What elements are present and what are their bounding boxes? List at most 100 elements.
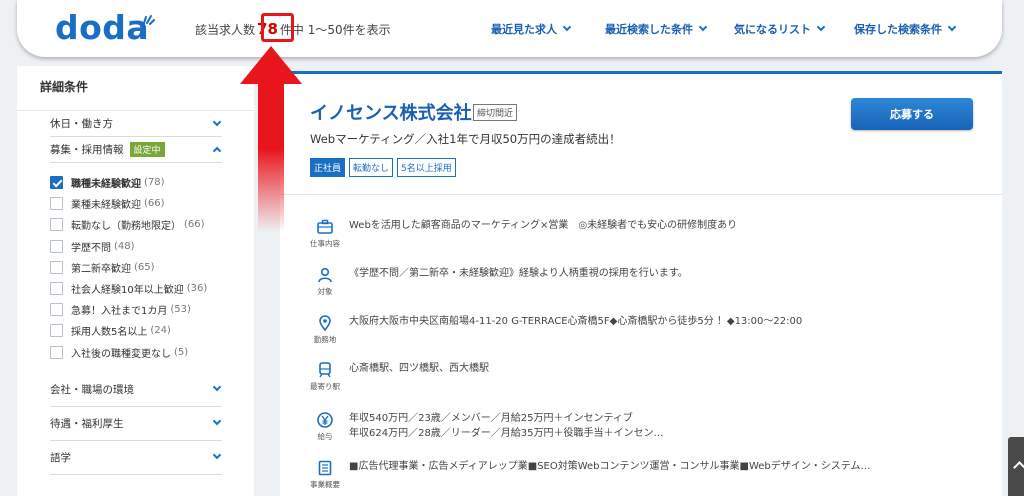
filter-section-benefits[interactable]: 待遇・福利厚生 <box>50 407 222 441</box>
tag-no-transfer: 転勤なし <box>349 158 394 177</box>
chevron-down-icon <box>212 382 222 392</box>
filter-section-environment[interactable]: 会社・職場の環境 <box>50 373 222 407</box>
check-label: 業種未経験歓迎 <box>71 200 141 212</box>
check-count: (53) <box>170 304 191 316</box>
job-catchphrase[interactable]: Webマーケティング／入社1年で月収50万円の達成者続出！ <box>310 131 621 147</box>
company-name[interactable]: イノセンス株式会社 <box>310 99 472 125</box>
info-line: 年収624万円／28歳／リーダー／月給35万円＋役職手当＋インセン… <box>349 428 664 439</box>
filter-section-holidays[interactable]: 休日・働き方 <box>50 111 222 137</box>
check-no-education-req[interactable]: 学歴不問 (48) <box>50 236 222 257</box>
check-label: 第二新卒歓迎 <box>71 263 131 275</box>
checkbox-checked[interactable] <box>50 176 63 190</box>
document-icon <box>318 460 332 476</box>
check-label: 入社後の職種変更なし <box>71 348 171 360</box>
check-count: (66) <box>184 219 205 231</box>
scroll-to-top-button[interactable] <box>1008 437 1024 496</box>
check-count: (65) <box>134 261 155 273</box>
filter-section-label: 待遇・福利厚生 <box>50 417 124 430</box>
train-icon <box>319 362 331 378</box>
chevron-down-icon <box>212 117 222 126</box>
info-text: 心斎橋駅、四ツ橋駅、西大橋駅 <box>349 363 489 374</box>
info-text: 大阪府大阪市中央区南船場4-11-20 G-TERRACE心斎橋5F◆心斎橋駅か… <box>349 316 803 327</box>
filter-section-recruitment[interactable]: 募集・採用情報 設定中 <box>50 137 222 163</box>
briefcase-icon <box>317 219 333 234</box>
check-label: 採用人数5名以上 <box>71 327 148 339</box>
info-caption: 給与 <box>317 432 333 441</box>
doda-logo[interactable]: doda <box>55 8 149 47</box>
checkbox[interactable] <box>50 345 63 359</box>
recruitment-checklist: 職種未経験歓迎 (78) 業種未経験歓迎 (66) 転勤なし（勤務地限定） (66) … <box>50 163 222 373</box>
checkbox[interactable] <box>50 218 63 232</box>
chevron-up-icon <box>212 146 222 156</box>
nav-label: 保存した検索条件 <box>854 23 942 36</box>
check-urgent-hire[interactable]: 急募！入社まで1カ月 (53) <box>50 299 222 320</box>
check-no-transfer[interactable]: 転勤なし（勤務地限定） (66) <box>50 214 222 235</box>
check-job-inexperienced[interactable]: 職種未経験歓迎 (78) <box>50 172 222 193</box>
checkbox[interactable] <box>50 303 63 317</box>
job-tags: 正社員 転勤なし 5名以上採用 <box>310 158 456 177</box>
person-icon <box>318 267 332 283</box>
check-count: (48) <box>114 240 135 252</box>
checkbox[interactable] <box>50 324 63 338</box>
chevron-down-icon <box>212 450 222 460</box>
checkbox[interactable] <box>50 282 63 296</box>
apply-button[interactable]: 応募する <box>851 98 973 130</box>
info-caption: 最寄り駅 <box>310 382 340 391</box>
annotation-arrow-icon <box>240 46 302 232</box>
info-caption: 勤務地 <box>313 335 337 344</box>
highlight-box <box>261 13 294 42</box>
card-divider <box>280 194 1002 195</box>
info-caption: 事業概要 <box>310 480 340 489</box>
tag-fulltime: 正社員 <box>310 158 346 177</box>
chevron-down-icon <box>816 22 826 32</box>
chevron-down-icon <box>947 22 957 32</box>
check-label: 社会人経験10年以上歓迎 <box>71 285 184 297</box>
info-text: 年収540万円／23歳／メンバー／月給25万円＋インセンティブ年収624万円／2… <box>349 411 664 441</box>
filter-section-label: 休日・働き方 <box>50 118 113 130</box>
nav-recent-searches[interactable]: 最近検索した条件 <box>605 21 708 37</box>
checkbox[interactable] <box>50 197 63 211</box>
info-caption: 仕事内容 <box>310 239 340 248</box>
check-count: (36) <box>186 283 208 295</box>
nav-saved-searches[interactable]: 保存した検索条件 <box>854 21 957 37</box>
nav-favorite-list[interactable]: 気になるリスト <box>734 21 826 37</box>
checkbox[interactable] <box>50 260 63 274</box>
info-text: 《学歴不問／第二新卒・未経験歓迎》経験より人柄重視の採用を行います。 <box>349 268 688 279</box>
check-label: 転勤なし（勤務地限定） <box>71 221 181 233</box>
check-count: (24) <box>150 325 171 337</box>
chevron-down-icon <box>212 416 222 426</box>
map-pin-icon <box>319 315 331 332</box>
check-count: (78) <box>144 177 165 189</box>
info-line: 年収540万円／23歳／メンバー／月給25万円＋インセンティブ <box>349 413 633 424</box>
nav-recent-jobs[interactable]: 最近見た求人 <box>491 21 572 37</box>
nav-label: 最近見た求人 <box>491 23 557 36</box>
filter-section-label: 語学 <box>50 451 71 464</box>
check-label: 職種未経験歓迎 <box>71 179 141 191</box>
checkbox[interactable] <box>50 239 63 253</box>
tag-5plus-hires: 5名以上採用 <box>397 158 456 177</box>
check-10yr-experience[interactable]: 社会人経験10年以上歓迎 (36) <box>50 278 222 299</box>
check-no-role-change[interactable]: 入社後の職種変更なし (5) <box>50 342 222 363</box>
check-count: (5) <box>174 346 189 358</box>
filter-section-label: 会社・職場の環境 <box>50 383 134 396</box>
info-caption: 対象 <box>317 287 333 296</box>
info-text: ■広告代理事業・広告メディアレップ業■SEO対策Webコンテンツ運営・コンサル事… <box>349 461 871 472</box>
filter-section-language[interactable]: 語学 <box>50 441 222 475</box>
chevron-down-icon <box>562 22 572 32</box>
chevron-down-icon <box>698 22 708 32</box>
nav-label: 最近検索した条件 <box>605 23 693 36</box>
logo-spark-icon <box>143 15 155 25</box>
filter-sidebar: 詳細条件 休日・働き方 募集・採用情報 設定中 職種未経験歓迎 (78) 業種未経験… <box>17 66 254 496</box>
check-5plus-hires[interactable]: 採用人数5名以上 (24) <box>50 320 222 341</box>
check-label: 学歴不問 <box>71 242 111 254</box>
result-count-suffix: 件中 1〜50件を表示 <box>279 23 391 37</box>
active-badge: 設定中 <box>129 142 165 157</box>
job-card: イノセンス株式会社 締切間近 Webマーケティング／入社1年で月収50万円の達成… <box>280 71 1002 496</box>
yen-icon <box>317 412 333 428</box>
check-industry-inexperienced[interactable]: 業種未経験歓迎 (66) <box>50 193 222 214</box>
filter-title: 詳細条件 <box>17 66 254 111</box>
nav-label: 気になるリスト <box>734 23 811 36</box>
check-label: 急募！入社まで1カ月 <box>71 306 168 318</box>
check-count: (66) <box>144 198 165 210</box>
check-second-graduate[interactable]: 第二新卒歓迎 (65) <box>50 257 222 278</box>
